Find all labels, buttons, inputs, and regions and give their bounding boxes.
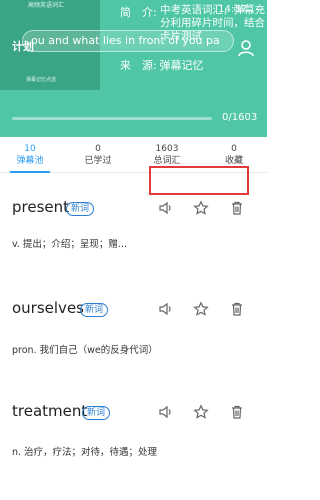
active-tab-indicator [10, 171, 50, 173]
word-text: ourselves [12, 299, 84, 317]
tab-total-words[interactable]: 1603 总词汇 [137, 143, 197, 167]
tab-label: 收藏 [224, 156, 243, 166]
cover-top-text: 高频英语词汇 [28, 2, 65, 9]
tab-label: 总词汇 [153, 156, 181, 166]
star-icon[interactable] [193, 200, 209, 216]
star-icon[interactable] [193, 301, 209, 317]
speaker-icon[interactable] [158, 200, 174, 216]
word-list: present 新词 v. 提出；介绍；呈现；赠... ourselves 新词… [0, 166, 267, 500]
tab-favorites[interactable]: 0 收藏 [204, 143, 264, 167]
word-meaning: v. 提出；介绍；呈现；赠... [12, 239, 127, 250]
tab-count: 10 [24, 144, 36, 154]
trash-icon[interactable] [229, 404, 245, 420]
word-meaning: pron. 我们自己（we的反身代词） [12, 345, 158, 356]
actions-highlight-box [149, 166, 249, 195]
cover-subtitle: 弹幕记忆点选 [26, 77, 57, 83]
progress-bar [12, 117, 212, 120]
tab-count: 0 [95, 144, 101, 154]
word-meaning: n. 治疗，疗法；对待，待遇；处理 [12, 447, 158, 458]
new-word-badge: 新词 [66, 202, 95, 216]
source-label: 来 源: [120, 59, 157, 72]
book-header: 高频英语词汇 计划 弹幕记忆点选 简 介: 中考英语词汇，弹幕充分利用碎片时间，… [0, 0, 267, 137]
new-word-badge: 新词 [82, 406, 111, 420]
user-icon[interactable] [236, 38, 256, 62]
tab-danmaku-pool[interactable]: 10 弹幕池 [0, 143, 60, 167]
new-word-badge: 新词 [80, 303, 109, 317]
tab-label: 弹幕池 [16, 156, 44, 166]
tab-label: 已学过 [84, 156, 112, 166]
intro-label: 简 介: [120, 6, 157, 19]
tab-learned[interactable]: 0 已学过 [68, 143, 128, 167]
intro-row: 简 介: [120, 4, 157, 20]
star-icon[interactable] [193, 404, 209, 420]
speaker-icon[interactable] [158, 301, 174, 317]
speaker-icon[interactable] [158, 404, 174, 420]
trash-icon[interactable] [229, 301, 245, 317]
source-row: 来 源: 弹幕记忆 [120, 57, 204, 73]
progress-text: 0/1603 [222, 112, 258, 123]
trash-icon[interactable] [229, 200, 245, 216]
word-text: treatment [12, 402, 88, 420]
source-value: 弹幕记忆 [159, 59, 204, 72]
tab-count: 0 [231, 144, 237, 154]
status-time: 14:37 [218, 4, 247, 15]
tab-count: 1603 [155, 144, 179, 154]
danmaku-bubble: ou and what lies in front of you pa [22, 30, 234, 52]
word-text: present [12, 198, 70, 216]
